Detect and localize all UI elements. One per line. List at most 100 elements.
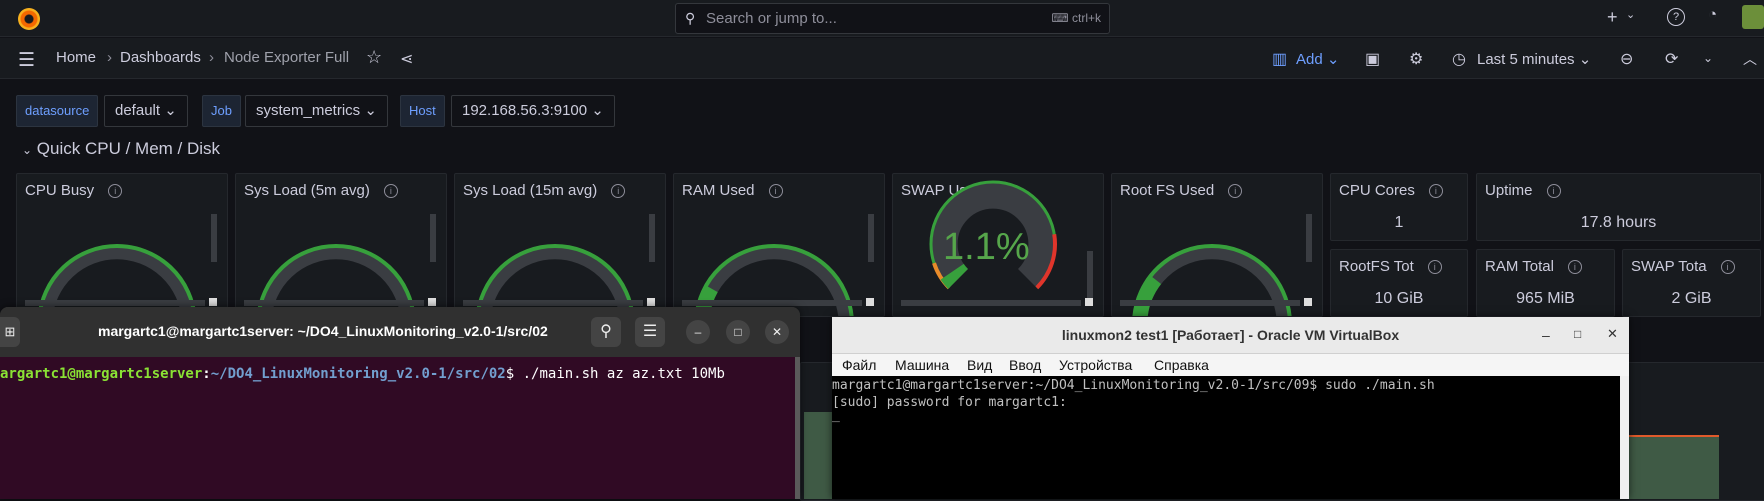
panel-scrollbar-h[interactable] [244, 300, 424, 306]
grafana-logo-icon[interactable] [18, 8, 40, 30]
collapse-icon[interactable]: ︿ [1743, 49, 1757, 69]
vm-scrollbar[interactable] [1620, 376, 1629, 499]
shortcut-hint: ⌨ ctrl+k [1051, 11, 1101, 25]
info-icon[interactable]: i [1546, 184, 1561, 198]
clock-icon[interactable]: ◷ [1452, 49, 1466, 69]
menu-machine[interactable]: Машина [895, 357, 949, 373]
time-range-picker[interactable]: Last 5 minutes ⌄ [1477, 50, 1591, 68]
search-input[interactable]: ⚲ Search or jump to... ⌨ ctrl+k [675, 3, 1110, 34]
stat-value: 1 [1394, 214, 1404, 231]
graph-area-right [1629, 436, 1719, 499]
search-icon: ⚲ [685, 10, 696, 26]
panel-scrollbar-v[interactable] [1306, 214, 1312, 262]
info-icon[interactable]: i [1567, 260, 1582, 274]
gauge-panel[interactable]: Sys Load (5m avg) i [235, 173, 447, 317]
hamburger-icon[interactable]: ☰ [635, 317, 665, 347]
terminal-body[interactable]: argartc1@margartc1server:~/DO4_LinuxMoni… [0, 357, 795, 499]
gear-icon[interactable]: ⚙ [1409, 49, 1423, 69]
maximize-icon[interactable]: □ [1574, 327, 1581, 341]
panel-resize-handle[interactable] [428, 298, 436, 306]
gauge-value-arc [940, 263, 969, 289]
refresh-icon[interactable]: ⟳ [1665, 49, 1678, 69]
var-select-job[interactable]: system_metrics ⌄ [245, 95, 388, 127]
add-button[interactable]: Add ⌄ [1296, 50, 1339, 68]
panel-scrollbar-v[interactable] [868, 214, 874, 262]
close-icon[interactable]: ✕ [765, 320, 789, 344]
save-icon[interactable]: ▣ [1365, 49, 1380, 69]
minimize-icon[interactable]: – [1542, 327, 1550, 343]
info-icon[interactable]: i [1427, 260, 1442, 274]
panel-scrollbar-v[interactable] [430, 214, 436, 262]
vm-line-2: [sudo] password for margartc1: [832, 395, 1067, 410]
panel-scrollbar-h[interactable] [682, 300, 862, 306]
refresh-interval-chevron-icon[interactable]: ⌄ [1703, 51, 1713, 65]
var-select-host[interactable]: 192.168.56.3:9100 ⌄ [451, 95, 615, 127]
stat-panel-cpu-cores[interactable]: CPU Cores i 1 [1330, 173, 1468, 241]
gauge-graphic [475, 244, 635, 316]
maximize-icon[interactable]: □ [726, 320, 750, 344]
var-value-job: system_metrics [256, 102, 361, 119]
panel-scrollbar-h[interactable] [25, 300, 205, 306]
stat-panel-ram-total[interactable]: RAM Total i 965 MiB [1476, 249, 1615, 317]
panel-resize-handle[interactable] [1085, 298, 1093, 306]
var-select-datasource[interactable]: default ⌄ [104, 95, 188, 127]
breadcrumb-home[interactable]: Home [56, 49, 96, 66]
menu-file[interactable]: Файл [842, 357, 876, 373]
gauge-panel[interactable]: RAM Used i [673, 173, 885, 317]
stat-value: 2 GiB [1671, 290, 1712, 307]
row-collapse-chevron-icon: ⌄ [22, 143, 33, 157]
panel-scrollbar-h[interactable] [901, 300, 1081, 306]
panel-scrollbar-v[interactable] [649, 214, 655, 262]
shortcut-label: ctrl+k [1071, 11, 1101, 25]
vm-screen[interactable]: margartc1@margartc1server:~/DO4_LinuxMon… [832, 376, 1620, 499]
zoom-out-icon[interactable]: ⊖ [1620, 49, 1633, 69]
breadcrumb-dashboards[interactable]: Dashboards [120, 49, 201, 66]
menu-help[interactable]: Справка [1154, 357, 1209, 373]
search-icon[interactable]: ⚲ [591, 317, 621, 347]
panel-resize-handle[interactable] [1304, 298, 1312, 306]
terminal-titlebar[interactable]: ⊞ margartc1@margartc1server: ~/DO4_Linux… [0, 307, 800, 357]
stat-title: RAM Total [1485, 258, 1554, 275]
breadcrumb-separator-icon: › [209, 49, 214, 66]
menu-input[interactable]: Ввод [1009, 357, 1041, 373]
panel-resize-handle[interactable] [647, 298, 655, 306]
minimize-icon[interactable]: – [686, 320, 710, 344]
rss-icon[interactable]: ◔ [1708, 6, 1717, 23]
stat-panel-uptime[interactable]: Uptime i 17.8 hours [1476, 173, 1761, 241]
menu-devices[interactable]: Устройства [1059, 357, 1132, 373]
menu-icon[interactable]: ☰ [18, 49, 35, 72]
gauge-graphic [1132, 244, 1292, 316]
graph-line [1629, 435, 1719, 437]
stat-panel-rootfs-total[interactable]: RootFS Tot i 10 GiB [1330, 249, 1468, 317]
terminal-command-line: argartc1@margartc1server:~/DO4_LinuxMoni… [0, 366, 725, 382]
chevron-down-icon[interactable]: ⌄ [1626, 8, 1635, 21]
close-icon[interactable]: ✕ [1607, 326, 1618, 342]
row-header[interactable]: ⌄ Quick CPU / Mem / Disk [22, 139, 220, 159]
panel-scrollbar-v[interactable] [1087, 251, 1093, 299]
gauge-panel[interactable]: Root FS Used i [1111, 173, 1323, 317]
info-icon[interactable]: i [1428, 184, 1443, 198]
avatar[interactable] [1742, 5, 1764, 29]
panel-scrollbar-h[interactable] [463, 300, 643, 306]
share-icon[interactable]: ⋖ [400, 49, 413, 69]
panel-resize-handle[interactable] [866, 298, 874, 306]
info-icon[interactable]: i [1720, 260, 1735, 274]
plus-icon[interactable]: + [1607, 7, 1618, 28]
gauge-panel[interactable]: SWAP Used i 1.1% [892, 173, 1104, 317]
help-icon[interactable]: ? [1667, 8, 1685, 26]
panel-scrollbar-h[interactable] [1120, 300, 1300, 306]
menu-view[interactable]: Вид [967, 357, 992, 373]
panel-scrollbar-v[interactable] [211, 214, 217, 262]
gauge-panel[interactable]: CPU Busy i [16, 173, 228, 317]
terminal-window[interactable]: ⊞ margartc1@margartc1server: ~/DO4_Linux… [0, 307, 800, 499]
stat-value: 17.8 hours [1580, 214, 1657, 231]
stat-panel-swap-total[interactable]: SWAP Tota i 2 GiB [1622, 249, 1761, 317]
gauge-panel[interactable]: Sys Load (15m avg) i [454, 173, 666, 317]
terminal-scrollbar[interactable] [795, 357, 800, 499]
panel-resize-handle[interactable] [209, 298, 217, 306]
add-panel-icon[interactable]: ▥ [1272, 49, 1287, 69]
star-icon[interactable]: ☆ [366, 47, 382, 68]
virtualbox-window[interactable]: linuxmon2 test1 [Работает] - Oracle VM V… [832, 317, 1629, 499]
new-tab-icon[interactable]: ⊞ [0, 317, 20, 347]
stat-value: 10 GiB [1374, 290, 1424, 307]
